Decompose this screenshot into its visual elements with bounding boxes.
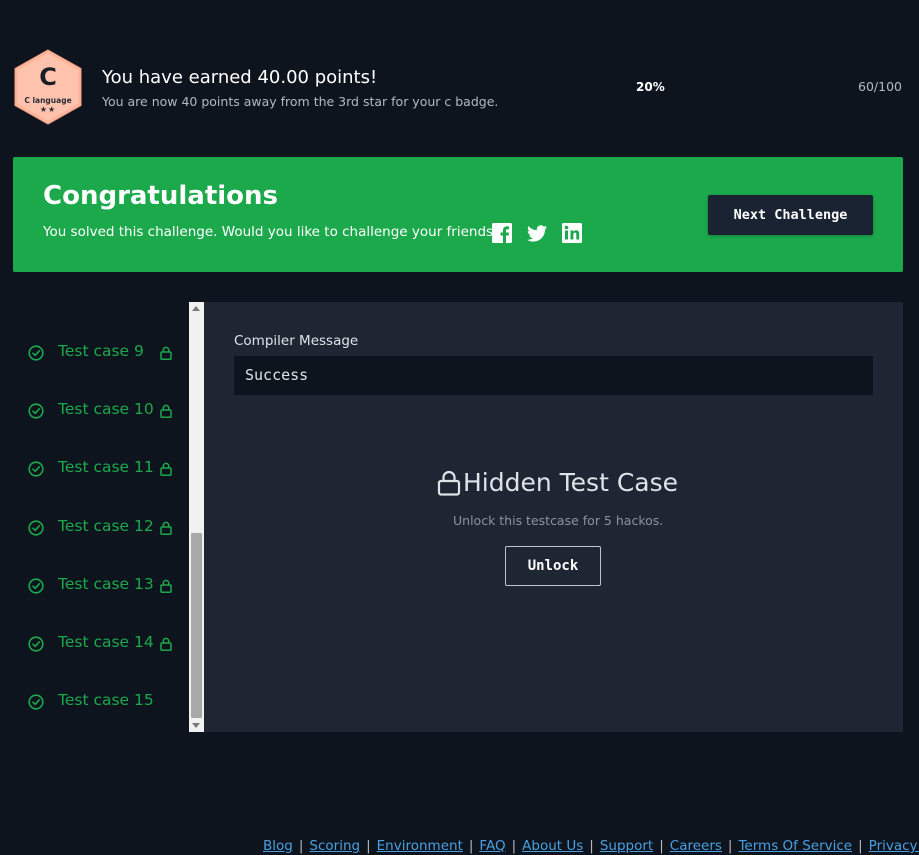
- badge-progress-strip: C C language ★★ You have earned 40.00 po…: [0, 44, 919, 130]
- test-case-label: Test case 10: [58, 400, 154, 418]
- next-challenge-button[interactable]: Next Challenge: [708, 195, 873, 235]
- lock-icon: [160, 462, 172, 476]
- test-case-list[interactable]: Test case 9 Test case 10 Test case 11 Te…: [13, 302, 189, 732]
- points-earned-subtitle: You are now 40 points away from the 3rd …: [102, 94, 499, 109]
- compiler-message-text: Success: [245, 366, 309, 384]
- footer-link-privacy[interactable]: Privacy P: [869, 838, 919, 854]
- test-case-item[interactable]: Test case 15: [13, 691, 189, 732]
- unlock-button[interactable]: Unlock: [505, 546, 601, 586]
- footer-link-about-us[interactable]: About Us: [522, 838, 583, 854]
- check-circle-icon: [28, 403, 44, 419]
- lock-icon: [437, 470, 461, 496]
- points-earned-title: You have earned 40.00 points!: [102, 67, 378, 88]
- hidden-test-case-title: Hidden Test Case: [463, 468, 679, 497]
- check-circle-icon: [28, 461, 44, 477]
- test-case-label: Test case 12: [58, 517, 154, 535]
- check-circle-icon: [28, 694, 44, 710]
- test-case-item[interactable]: Test case 13: [13, 575, 189, 636]
- hidden-test-case-subtitle: Unlock this testcase for 5 hackos.: [453, 513, 664, 528]
- badge-stars: ★★: [39, 105, 57, 114]
- facebook-icon[interactable]: [491, 222, 513, 244]
- test-case-item[interactable]: Test case 12: [13, 517, 189, 578]
- test-case-item[interactable]: Test case 14: [13, 633, 189, 694]
- test-case-label: Test case 13: [58, 575, 154, 593]
- progress-score: 60/100: [858, 79, 902, 94]
- test-case-label: Test case 9: [58, 342, 144, 360]
- footer-link-blog[interactable]: Blog: [263, 838, 293, 854]
- compiler-message-box: Success: [234, 356, 873, 395]
- footer-link-careers[interactable]: Careers: [670, 838, 722, 854]
- test-case-scrollbar[interactable]: [189, 302, 204, 732]
- footer-link-environment[interactable]: Environment: [377, 838, 463, 854]
- check-circle-icon: [28, 520, 44, 536]
- test-case-label: Test case 14: [58, 633, 154, 651]
- lock-icon: [160, 346, 172, 360]
- c-language-badge: C C language ★★: [13, 49, 83, 125]
- progress-percent: 20%: [636, 80, 665, 94]
- results-panel: Test case 9 Test case 10 Test case 11 Te…: [13, 302, 903, 732]
- check-circle-icon: [28, 636, 44, 652]
- badge-name: C language: [24, 96, 72, 105]
- lock-icon: [160, 521, 172, 535]
- congratulations-banner: Congratulations You solved this challeng…: [13, 157, 903, 272]
- congratulations-title: Congratulations: [43, 181, 279, 211]
- compiler-message-label: Compiler Message: [234, 333, 359, 349]
- footer-link-support[interactable]: Support: [600, 838, 653, 854]
- lock-icon: [160, 404, 172, 418]
- scrollbar-thumb[interactable]: [191, 533, 202, 718]
- scroll-up-arrow-icon[interactable]: [192, 306, 200, 311]
- scroll-down-arrow-icon[interactable]: [192, 723, 200, 728]
- lock-icon: [160, 637, 172, 651]
- badge-letter: C: [39, 63, 57, 91]
- footer-link-terms[interactable]: Terms Of Service: [738, 838, 852, 854]
- footer-link-faq[interactable]: FAQ: [479, 838, 505, 854]
- lock-icon: [160, 579, 172, 593]
- twitter-icon[interactable]: [526, 222, 548, 244]
- check-circle-icon: [28, 345, 44, 361]
- test-case-item[interactable]: Test case 10: [13, 400, 189, 461]
- test-case-item[interactable]: Test case 11: [13, 458, 189, 519]
- linkedin-icon[interactable]: [561, 222, 583, 244]
- congratulations-subtitle: You solved this challenge. Would you lik…: [43, 224, 501, 240]
- test-case-label: Test case 15: [58, 691, 154, 709]
- footer-link-scoring[interactable]: Scoring: [309, 838, 360, 854]
- test-case-item[interactable]: Test case 9: [13, 342, 189, 403]
- test-case-label: Test case 11: [58, 458, 154, 476]
- footer-links: Blog | Scoring | Environment | FAQ | About Us | Su…: [263, 838, 919, 854]
- check-circle-icon: [28, 578, 44, 594]
